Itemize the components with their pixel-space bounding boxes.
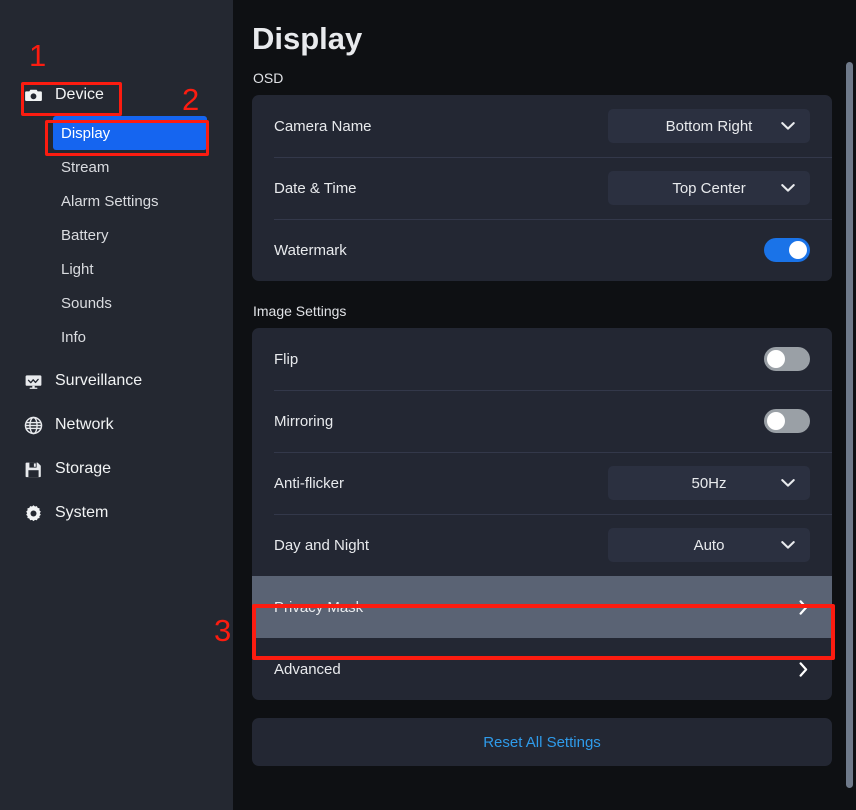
main-content: Display OSD Camera Name Bottom Right Dat… <box>233 0 856 810</box>
mirroring-toggle[interactable] <box>764 409 810 433</box>
row-mirroring-label: Mirroring <box>274 412 334 430</box>
sidebar-item-storage[interactable]: Storage <box>0 452 233 486</box>
row-privacy-mask-label: Privacy Mask <box>274 598 364 616</box>
sidebar-item-battery-label: Battery <box>61 226 109 244</box>
sidebar-item-surveillance-label: Surveillance <box>55 372 143 389</box>
sidebar-item-stream[interactable]: Stream <box>53 150 207 184</box>
sidebar: Device Display Stream Alarm Settings Bat… <box>0 0 233 810</box>
gear-icon <box>24 504 43 523</box>
image-settings-card: Flip Mirroring Anti-flicker 50Hz Day and… <box>252 328 832 700</box>
sidebar-item-battery[interactable]: Battery <box>53 218 207 252</box>
anti-flicker-dropdown-value: 50Hz <box>691 474 727 492</box>
row-mirroring[interactable]: Mirroring <box>252 390 832 452</box>
row-flip[interactable]: Flip <box>252 328 832 390</box>
app-root: Device Display Stream Alarm Settings Bat… <box>0 0 856 810</box>
day-and-night-dropdown-value: Auto <box>693 536 725 554</box>
flip-toggle[interactable] <box>764 347 810 371</box>
row-date-time[interactable]: Date & Time Top Center <box>252 157 832 219</box>
chevron-down-icon <box>781 184 795 193</box>
annotation-marker-1: 1 <box>29 38 47 73</box>
sidebar-item-alarm-settings-label: Alarm Settings <box>61 192 159 210</box>
chevron-down-icon <box>781 479 795 488</box>
row-watermark-label: Watermark <box>274 241 347 259</box>
section-label-image-settings: Image Settings <box>253 303 347 319</box>
date-time-dropdown-value: Top Center <box>672 179 746 197</box>
watermark-toggle[interactable] <box>764 238 810 262</box>
annotation-marker-2: 2 <box>182 82 200 117</box>
page-title: Display <box>252 21 363 56</box>
row-day-and-night-label: Day and Night <box>274 536 370 554</box>
row-camera-name[interactable]: Camera Name Bottom Right <box>252 95 832 157</box>
sidebar-item-light[interactable]: Light <box>53 252 207 286</box>
monitor-icon <box>24 372 43 391</box>
row-flip-label: Flip <box>274 350 299 368</box>
chevron-down-icon <box>781 122 795 131</box>
camera-name-dropdown-value: Bottom Right <box>665 117 753 135</box>
floppy-disk-icon <box>24 460 43 479</box>
sidebar-item-device-label: Device <box>55 86 104 103</box>
sidebar-item-network-label: Network <box>55 416 114 433</box>
section-label-osd: OSD <box>253 70 284 86</box>
reset-all-settings-button[interactable]: Reset All Settings <box>252 718 832 766</box>
sidebar-item-surveillance[interactable]: Surveillance <box>0 364 233 398</box>
toggle-knob <box>767 412 785 430</box>
row-date-time-label: Date & Time <box>274 179 357 197</box>
day-and-night-dropdown[interactable]: Auto <box>608 528 810 562</box>
row-anti-flicker-label: Anti-flicker <box>274 474 345 492</box>
reset-all-settings-label: Reset All Settings <box>483 733 601 751</box>
sidebar-item-stream-label: Stream <box>61 158 110 176</box>
sidebar-item-network[interactable]: Network <box>0 408 233 442</box>
chevron-right-icon <box>799 661 810 677</box>
scrollbar-track[interactable] <box>844 0 856 810</box>
sidebar-group-device: Device Display Stream Alarm Settings Bat… <box>0 78 233 354</box>
row-day-and-night[interactable]: Day and Night Auto <box>252 514 832 576</box>
row-watermark[interactable]: Watermark <box>252 219 832 281</box>
annotation-marker-3: 3 <box>214 613 232 648</box>
sidebar-item-sounds[interactable]: Sounds <box>53 286 207 320</box>
sidebar-item-alarm-settings[interactable]: Alarm Settings <box>53 184 207 218</box>
scrollbar-thumb[interactable] <box>846 62 853 788</box>
sidebar-item-info[interactable]: Info <box>53 320 207 354</box>
sidebar-item-storage-label: Storage <box>55 460 112 477</box>
row-camera-name-label: Camera Name <box>274 117 372 135</box>
camera-icon <box>24 86 43 105</box>
sidebar-item-display[interactable]: Display <box>53 116 207 150</box>
row-advanced[interactable]: Advanced <box>252 638 832 700</box>
row-anti-flicker[interactable]: Anti-flicker 50Hz <box>252 452 832 514</box>
sidebar-item-light-label: Light <box>61 260 94 278</box>
row-privacy-mask[interactable]: Privacy Mask <box>252 576 832 638</box>
date-time-dropdown[interactable]: Top Center <box>608 171 810 205</box>
sidebar-item-display-label: Display <box>61 124 111 142</box>
sidebar-item-sounds-label: Sounds <box>61 294 112 312</box>
sidebar-item-system[interactable]: System <box>0 496 233 530</box>
chevron-right-icon <box>799 599 810 615</box>
row-advanced-label: Advanced <box>274 660 341 678</box>
chevron-down-icon <box>781 541 795 550</box>
anti-flicker-dropdown[interactable]: 50Hz <box>608 466 810 500</box>
sidebar-item-info-label: Info <box>61 328 87 346</box>
toggle-knob <box>767 350 785 368</box>
toggle-knob <box>789 241 807 259</box>
osd-card: Camera Name Bottom Right Date & Time Top… <box>252 95 832 281</box>
camera-name-dropdown[interactable]: Bottom Right <box>608 109 810 143</box>
sidebar-subitems-device: Display Stream Alarm Settings Battery Li… <box>0 116 233 354</box>
sidebar-item-system-label: System <box>55 504 109 521</box>
globe-icon <box>24 416 43 435</box>
